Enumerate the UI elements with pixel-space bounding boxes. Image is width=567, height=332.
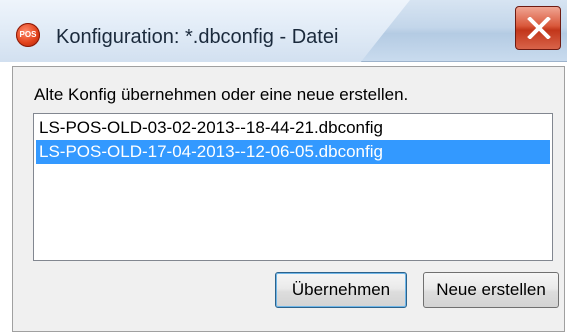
config-list-item-selected[interactable]: LS-POS-OLD-17-04-2013--12-06-05.dbconfig — [36, 140, 550, 164]
close-button[interactable] — [515, 6, 561, 50]
title-bar[interactable]: POS Konfiguration: *.dbconfig - Datei — [0, 0, 567, 62]
config-list-item[interactable]: LS-POS-OLD-03-02-2013--18-44-21.dbconfig — [36, 116, 550, 140]
config-listbox[interactable]: LS-POS-OLD-03-02-2013--18-44-21.dbconfig… — [33, 113, 553, 261]
app-icon: POS — [16, 23, 40, 47]
dialog-window: POS Konfiguration: *.dbconfig - Datei Al… — [0, 0, 567, 332]
prompt-label: Alte Konfig übernehmen oder eine neue er… — [34, 85, 409, 104]
accept-button[interactable]: Übernehmen — [275, 272, 407, 308]
close-icon — [527, 17, 551, 39]
create-new-button[interactable]: Neue erstellen — [423, 272, 559, 308]
window-title: Konfiguration: *.dbconfig - Datei — [56, 26, 339, 48]
dialog-body: Alte Konfig übernehmen oder eine neue er… — [12, 66, 565, 332]
app-icon-label: POS — [19, 30, 37, 39]
